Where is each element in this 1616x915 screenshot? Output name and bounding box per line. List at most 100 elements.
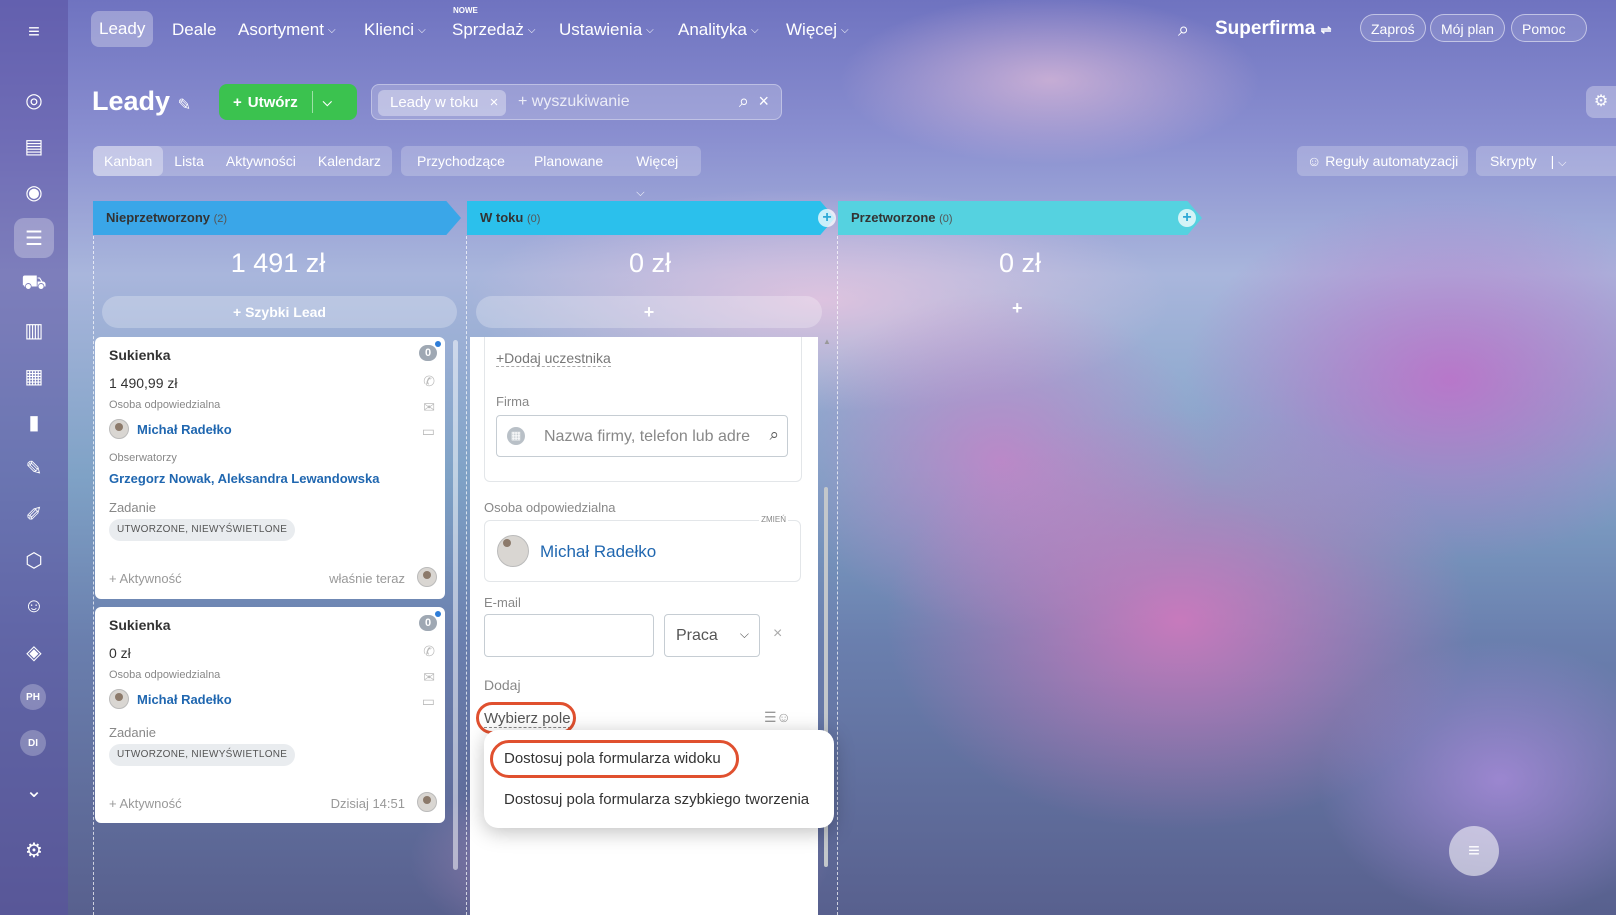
chat-icon[interactable]: ▭ [422, 693, 435, 710]
remove-icon[interactable]: × [773, 625, 782, 643]
nav-wiecej[interactable]: Więcej ⌵ [786, 18, 849, 42]
tab-planowane[interactable]: Planowane [516, 146, 614, 176]
cart-icon[interactable]: ⛟ [14, 264, 54, 304]
automation-rules-button[interactable]: ☺ Reguły automatyzacji [1297, 146, 1469, 176]
column-divider [93, 236, 94, 915]
nav-analityka[interactable]: Analityka ⌵ [678, 18, 759, 42]
search-bar[interactable]: Leady w toku × + wyszukiwanie ⌕ × [371, 84, 782, 120]
add-label: Dodaj [484, 677, 521, 693]
store-icon[interactable]: ▥ [14, 310, 54, 350]
box-icon[interactable]: ◈ [14, 632, 54, 672]
column-header-nieprzetworzony[interactable]: Nieprzetworzony (2) [93, 201, 461, 235]
search-icon[interactable]: ⌕ [769, 425, 779, 445]
crm-icon[interactable]: ☰ [14, 218, 54, 258]
search-icon[interactable]: ⌕ [1178, 18, 1189, 42]
chat-icon[interactable]: ▭ [422, 423, 435, 440]
menu-item-quick-form[interactable]: Dostosuj pola formularza szybkiego tworz… [504, 791, 809, 808]
email-label: E-mail [484, 595, 521, 610]
contacts-icon[interactable]: ▤ [14, 126, 54, 166]
search-icon[interactable]: ⌕ [739, 91, 749, 112]
hexagon-icon[interactable]: ⬡ [14, 540, 54, 580]
chevron-down-icon[interactable]: ⌵ [313, 95, 332, 110]
gear-icon[interactable]: ⚙ [1586, 86, 1616, 118]
add-activity-link[interactable]: + Aktywność [109, 571, 182, 586]
quick-lead-button[interactable]: + Szybki Lead [102, 296, 457, 328]
activity-stream-icon[interactable]: ◎ [14, 80, 54, 120]
email-type-select[interactable]: Praca ⌵ [664, 614, 760, 657]
my-plan-button[interactable]: Mój plan [1430, 14, 1505, 42]
scrollbar[interactable] [453, 340, 458, 870]
scripts-button[interactable]: Skrypty | ⌵ [1476, 146, 1616, 176]
users-icon[interactable]: ☰☺ [764, 709, 791, 726]
card-title[interactable]: Sukienka [109, 617, 170, 633]
observers-link[interactable]: Grzegorz Nowak, Aleksandra Lewandowska [109, 471, 379, 486]
unread-dot [435, 611, 441, 617]
add-column-icon[interactable]: + [1178, 209, 1196, 227]
nav-sprzedaz[interactable]: Sprzedaż ⌵ [452, 18, 535, 42]
sign-icon[interactable]: ✐ [14, 494, 54, 534]
add-participant-link[interactable]: +Dodaj uczestnika [496, 350, 611, 367]
avatar [497, 535, 529, 567]
menu-icon[interactable]: ≡ [14, 12, 54, 52]
email-field[interactable] [484, 614, 654, 657]
nav-leady[interactable]: Leady [91, 11, 154, 47]
tab-kanban[interactable]: Kanban [93, 146, 164, 176]
target-icon[interactable]: ◉ [14, 172, 54, 212]
nav-ustawienia[interactable]: Ustawienia ⌵ [559, 18, 654, 42]
avatar[interactable]: DI [20, 730, 46, 756]
nav-klienci[interactable]: Klienci ⌵ [364, 18, 426, 42]
list-icon[interactable]: ≡ [1449, 826, 1499, 876]
add-activity-link[interactable]: + Aktywność [109, 796, 182, 811]
status-badge: UTWORZONE, NIEWYŚWIETLONE [109, 519, 296, 541]
column-divider [466, 236, 467, 915]
lead-card[interactable]: Sukienka 0 0 zł ✆ Osoba odpowiedzialna ✉… [95, 607, 445, 823]
add-lead-button[interactable]: + [476, 296, 822, 328]
mail-icon[interactable]: ✉ [423, 399, 435, 416]
create-button[interactable]: + Utwórz ⌵ [219, 84, 357, 120]
analytics-icon[interactable]: ▮ [14, 402, 54, 442]
tab-wiecej[interactable]: Więcej ⌵ [614, 146, 701, 199]
phone-icon[interactable]: ✆ [423, 643, 435, 660]
tab-przychodzace[interactable]: Przychodzące [401, 146, 516, 176]
filter-chip[interactable]: Leady w toku × [378, 90, 507, 116]
robot-icon[interactable]: ☺ [14, 586, 54, 626]
nav-asortyment[interactable]: Asortyment ⌵ [238, 18, 336, 42]
company-label: Firma [496, 394, 530, 409]
tab-kalendarz[interactable]: Kalendarz [307, 146, 392, 176]
calendar-icon[interactable]: ▦ [14, 356, 54, 396]
tab-lista[interactable]: Lista [163, 146, 215, 176]
filter-tabs: Przychodzące Planowane Więcej ⌵ [401, 146, 701, 199]
responsible-field[interactable]: ZMIEŃ Michał Radełko [484, 515, 801, 582]
company-name[interactable]: Superfirma ⇌ [1215, 17, 1332, 41]
documents-icon[interactable]: ✎ [14, 448, 54, 488]
tab-aktywnosci[interactable]: Aktywności [215, 146, 307, 176]
quick-create-form: +Dodaj uczestnika Firma ▦ Nazwa firmy, t… [470, 337, 818, 915]
responsible-link[interactable]: Michał Radełko [137, 692, 232, 707]
card-amount: 1 490,99 zł [109, 375, 178, 391]
clear-icon[interactable]: × [758, 91, 769, 112]
search-input[interactable]: + wyszukiwanie [518, 93, 630, 111]
phone-icon[interactable]: ✆ [423, 373, 435, 390]
help-button[interactable]: Pomoc [1511, 14, 1587, 42]
column-header-przetworzone[interactable]: Przetworzone (0) [838, 201, 1202, 235]
close-icon[interactable]: × [490, 90, 499, 116]
change-link[interactable]: ZMIEŃ [759, 515, 788, 524]
responsible-link[interactable]: Michał Radełko [137, 422, 232, 437]
nav-deale[interactable]: Deale [172, 18, 216, 42]
observers-label: Obserwatorzy [109, 452, 177, 464]
mail-icon[interactable]: ✉ [423, 669, 435, 686]
responsible-name[interactable]: Michał Radełko [540, 542, 656, 562]
add-lead-button[interactable]: + [1012, 298, 1023, 319]
column-header-w-toku[interactable]: W toku (0) [467, 201, 835, 235]
email-type-value: Praca [676, 627, 718, 644]
gear-icon[interactable]: ⚙ [14, 830, 54, 870]
lead-card[interactable]: Sukienka 0 1 490,99 zł ✆ Osoba odpowiedz… [95, 337, 445, 599]
chevron-down-icon[interactable]: ⌄ [14, 770, 54, 810]
add-column-icon[interactable]: + [818, 209, 836, 227]
card-title[interactable]: Sukienka [109, 347, 170, 363]
avatar[interactable]: PH [20, 684, 46, 710]
new-badge: NOWE [453, 6, 478, 15]
invite-button[interactable]: Zaproś [1360, 14, 1426, 42]
company-input[interactable]: ▦ Nazwa firmy, telefon lub adre ⌕ [496, 415, 788, 457]
card-time: Dzisiaj 14:51 [330, 796, 405, 811]
